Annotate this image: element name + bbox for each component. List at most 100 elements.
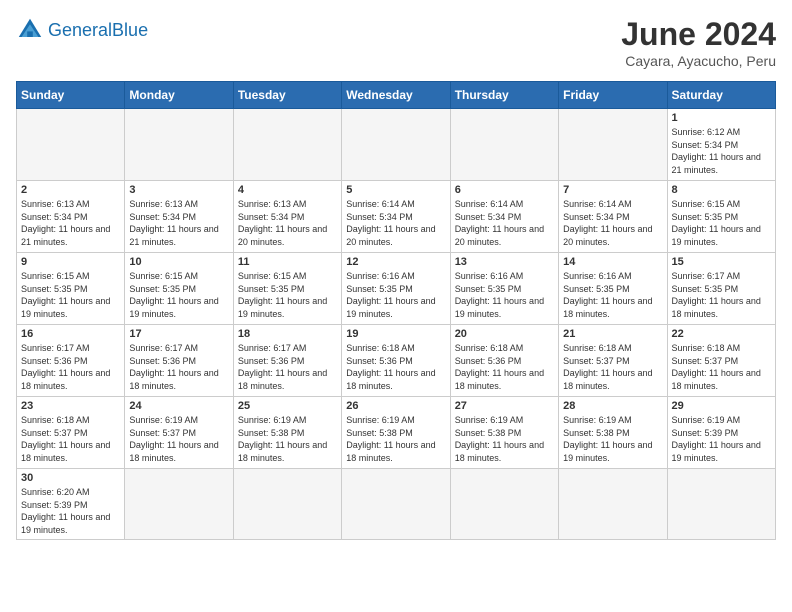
day-number: 22 [672, 328, 771, 340]
day-cell-4: 4 Sunrise: 6:13 AM Sunset: 5:34 PM Daylig… [233, 181, 341, 253]
day-cell-empty-5-6 [667, 469, 775, 540]
day-info: Sunrise: 6:18 AM Sunset: 5:37 PM Dayligh… [21, 414, 120, 464]
day-info: Sunrise: 6:13 AM Sunset: 5:34 PM Dayligh… [238, 198, 337, 248]
day-info: Sunrise: 6:15 AM Sunset: 5:35 PM Dayligh… [672, 198, 771, 248]
logo-text: GeneralBlue [48, 20, 148, 41]
day-info: Sunrise: 6:17 AM Sunset: 5:35 PM Dayligh… [672, 270, 771, 320]
day-number: 17 [129, 328, 228, 340]
week-row-1: 2 Sunrise: 6:13 AM Sunset: 5:34 PM Daylig… [17, 181, 776, 253]
day-cell-13: 13Sunrise: 6:16 AM Sunset: 5:35 PM Dayli… [450, 253, 558, 325]
day-number: 3 [129, 184, 228, 196]
day-number: 7 [563, 184, 662, 196]
day-cell-23: 23 Sunrise: 6:18 AM Sunset: 5:37 PM Dayli… [17, 397, 125, 469]
day-cell-18: 18 Sunrise: 6:17 AM Sunset: 5:36 PM Dayli… [233, 325, 341, 397]
day-cell-29: 29 Sunrise: 6:19 AM Sunset: 5:39 PM Dayli… [667, 397, 775, 469]
day-cell-30: 30 Sunrise: 6:20 AM Sunset: 5:39 PM Dayli… [17, 469, 125, 540]
day-cell-empty-0-2 [233, 109, 341, 181]
day-info: Sunrise: 6:19 AM Sunset: 5:38 PM Dayligh… [346, 414, 445, 464]
day-cell-empty-5-3 [342, 469, 450, 540]
page: GeneralBlue June 2024 Cayara, Ayacucho, … [0, 0, 792, 556]
location: Cayara, Ayacucho, Peru [621, 53, 776, 69]
day-info: Sunrise: 6:19 AM Sunset: 5:39 PM Dayligh… [672, 414, 771, 464]
day-number: 9 [21, 256, 120, 268]
day-cell-19: 19 Sunrise: 6:18 AM Sunset: 5:36 PM Dayli… [342, 325, 450, 397]
week-row-0: 1 Sunrise: 6:12 AM Sunset: 5:34 PM Daylig… [17, 109, 776, 181]
day-cell-empty-5-5 [559, 469, 667, 540]
day-cell-empty-0-1 [125, 109, 233, 181]
weekday-header-friday: Friday [559, 82, 667, 109]
day-info: Sunrise: 6:13 AM Sunset: 5:34 PM Dayligh… [21, 198, 120, 248]
weekday-header-wednesday: Wednesday [342, 82, 450, 109]
logo: GeneralBlue [16, 16, 148, 44]
day-info: Sunrise: 6:18 AM Sunset: 5:36 PM Dayligh… [346, 342, 445, 392]
day-number: 6 [455, 184, 554, 196]
day-number: 12 [346, 256, 445, 268]
day-info: Sunrise: 6:20 AM Sunset: 5:39 PM Dayligh… [21, 486, 120, 536]
day-cell-14: 14Sunrise: 6:16 AM Sunset: 5:35 PM Dayli… [559, 253, 667, 325]
day-number: 1 [672, 112, 771, 124]
day-cell-11: 11Sunrise: 6:15 AM Sunset: 5:35 PM Dayli… [233, 253, 341, 325]
day-number: 13 [455, 256, 554, 268]
day-info: Sunrise: 6:17 AM Sunset: 5:36 PM Dayligh… [238, 342, 337, 392]
day-number: 28 [563, 400, 662, 412]
day-cell-15: 15Sunrise: 6:17 AM Sunset: 5:35 PM Dayli… [667, 253, 775, 325]
day-cell-26: 26Sunrise: 6:19 AM Sunset: 5:38 PM Dayli… [342, 397, 450, 469]
week-row-2: 9 Sunrise: 6:15 AM Sunset: 5:35 PM Daylig… [17, 253, 776, 325]
day-cell-7: 7 Sunrise: 6:14 AM Sunset: 5:34 PM Daylig… [559, 181, 667, 253]
day-number: 16 [21, 328, 120, 340]
day-cell-3: 3 Sunrise: 6:13 AM Sunset: 5:34 PM Daylig… [125, 181, 233, 253]
logo-general: General [48, 20, 112, 40]
day-number: 18 [238, 328, 337, 340]
day-number: 10 [129, 256, 228, 268]
day-info: Sunrise: 6:14 AM Sunset: 5:34 PM Dayligh… [563, 198, 662, 248]
day-info: Sunrise: 6:19 AM Sunset: 5:37 PM Dayligh… [129, 414, 228, 464]
day-number: 2 [21, 184, 120, 196]
day-info: Sunrise: 6:18 AM Sunset: 5:37 PM Dayligh… [672, 342, 771, 392]
day-number: 20 [455, 328, 554, 340]
day-cell-empty-0-4 [450, 109, 558, 181]
day-number: 4 [238, 184, 337, 196]
day-number: 8 [672, 184, 771, 196]
day-cell-20: 20Sunrise: 6:18 AM Sunset: 5:36 PM Dayli… [450, 325, 558, 397]
day-cell-5: 5 Sunrise: 6:14 AM Sunset: 5:34 PM Daylig… [342, 181, 450, 253]
day-number: 24 [129, 400, 228, 412]
logo-blue: Blue [112, 20, 148, 40]
day-cell-empty-5-4 [450, 469, 558, 540]
day-number: 19 [346, 328, 445, 340]
weekday-header-thursday: Thursday [450, 82, 558, 109]
logo-icon [16, 16, 44, 44]
title-block: June 2024 Cayara, Ayacucho, Peru [621, 16, 776, 69]
day-info: Sunrise: 6:17 AM Sunset: 5:36 PM Dayligh… [129, 342, 228, 392]
day-info: Sunrise: 6:15 AM Sunset: 5:35 PM Dayligh… [21, 270, 120, 320]
month-year: June 2024 [621, 16, 776, 53]
day-info: Sunrise: 6:15 AM Sunset: 5:35 PM Dayligh… [238, 270, 337, 320]
day-cell-22: 22 Sunrise: 6:18 AM Sunset: 5:37 PM Dayli… [667, 325, 775, 397]
day-info: Sunrise: 6:16 AM Sunset: 5:35 PM Dayligh… [346, 270, 445, 320]
day-number: 30 [21, 472, 120, 484]
day-cell-empty-0-0 [17, 109, 125, 181]
day-cell-27: 27 Sunrise: 6:19 AM Sunset: 5:38 PM Dayli… [450, 397, 558, 469]
day-info: Sunrise: 6:14 AM Sunset: 5:34 PM Dayligh… [455, 198, 554, 248]
day-cell-8: 8 Sunrise: 6:15 AM Sunset: 5:35 PM Daylig… [667, 181, 775, 253]
day-cell-empty-0-3 [342, 109, 450, 181]
day-number: 23 [21, 400, 120, 412]
day-cell-empty-0-5 [559, 109, 667, 181]
day-cell-24: 24 Sunrise: 6:19 AM Sunset: 5:37 PM Dayli… [125, 397, 233, 469]
day-cell-25: 25 Sunrise: 6:19 AM Sunset: 5:38 PM Dayli… [233, 397, 341, 469]
day-info: Sunrise: 6:12 AM Sunset: 5:34 PM Dayligh… [672, 126, 771, 176]
day-info: Sunrise: 6:14 AM Sunset: 5:34 PM Dayligh… [346, 198, 445, 248]
day-number: 29 [672, 400, 771, 412]
day-info: Sunrise: 6:19 AM Sunset: 5:38 PM Dayligh… [238, 414, 337, 464]
day-info: Sunrise: 6:19 AM Sunset: 5:38 PM Dayligh… [455, 414, 554, 464]
day-cell-21: 21Sunrise: 6:18 AM Sunset: 5:37 PM Dayli… [559, 325, 667, 397]
day-cell-1: 1 Sunrise: 6:12 AM Sunset: 5:34 PM Daylig… [667, 109, 775, 181]
week-row-5: 30 Sunrise: 6:20 AM Sunset: 5:39 PM Dayli… [17, 469, 776, 540]
day-cell-6: 6 Sunrise: 6:14 AM Sunset: 5:34 PM Daylig… [450, 181, 558, 253]
day-number: 5 [346, 184, 445, 196]
day-number: 25 [238, 400, 337, 412]
day-info: Sunrise: 6:13 AM Sunset: 5:34 PM Dayligh… [129, 198, 228, 248]
day-number: 27 [455, 400, 554, 412]
day-cell-empty-5-1 [125, 469, 233, 540]
day-info: Sunrise: 6:17 AM Sunset: 5:36 PM Dayligh… [21, 342, 120, 392]
day-cell-2: 2 Sunrise: 6:13 AM Sunset: 5:34 PM Daylig… [17, 181, 125, 253]
